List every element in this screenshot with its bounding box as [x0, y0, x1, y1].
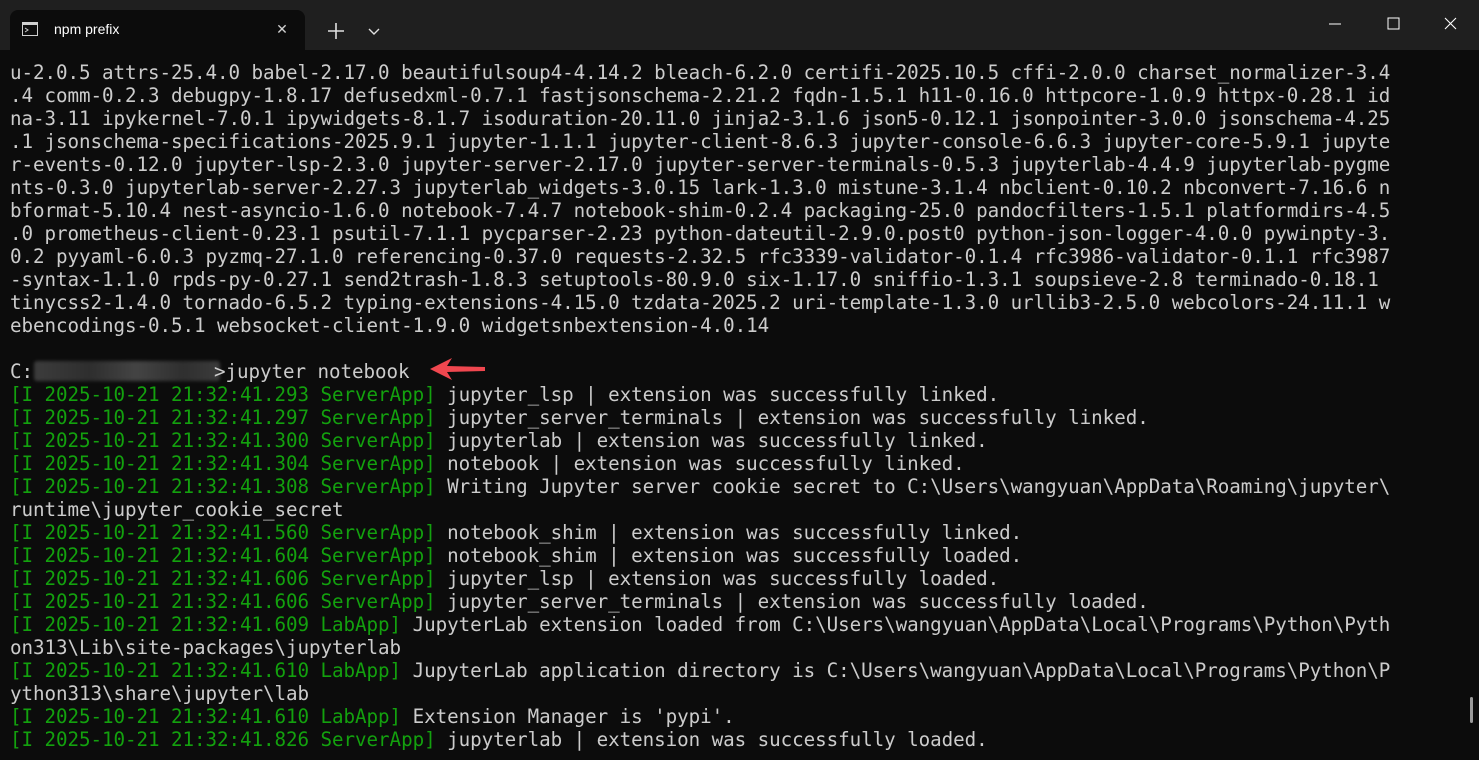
log-prefix: [I 2025-10-21 21:32:41.609 LabApp]	[10, 613, 402, 636]
close-tab-icon[interactable]: ✕	[272, 18, 292, 42]
close-window-icon[interactable]	[1421, 0, 1479, 50]
log-line: runtime\jupyter_cookie_secret	[10, 498, 344, 521]
command-prompt-line: >jupyter notebook	[214, 360, 410, 383]
pip-output-line: bformat-5.10.4 nest-asyncio-1.6.0 notebo…	[10, 199, 1391, 222]
log-line: [I 2025-10-21 21:32:41.610 LabApp] Jupyt…	[10, 659, 1390, 682]
log-line: [I 2025-10-21 21:32:41.606 ServerApp] ju…	[10, 567, 999, 590]
log-prefix: [I 2025-10-21 21:32:41.610 LabApp]	[10, 705, 402, 728]
maximize-icon[interactable]	[1364, 0, 1422, 50]
pip-output-line: 0.2 pyyaml-6.0.3 pyzmq-27.1.0 referencin…	[10, 245, 1391, 268]
log-prefix: [I 2025-10-21 21:32:41.560 ServerApp]	[10, 521, 436, 544]
log-prefix: [I 2025-10-21 21:32:41.826 ServerApp]	[10, 728, 436, 751]
log-prefix: [I 2025-10-21 21:32:41.606 ServerApp]	[10, 590, 436, 613]
scrollbar-thumb[interactable]	[1470, 697, 1473, 723]
pip-output-line: -syntax-1.1.0 rpds-py-0.27.1 send2trash-…	[10, 268, 1379, 291]
pip-output-line: .4 comm-0.2.3 debugpy-1.8.17 defusedxml-…	[10, 84, 1391, 107]
log-line: [I 2025-10-21 21:32:41.560 ServerApp] no…	[10, 521, 1022, 544]
log-prefix: [I 2025-10-21 21:32:41.604 ServerApp]	[10, 544, 436, 567]
log-message: notebook | extension was successfully li…	[435, 452, 965, 475]
tab-title: npm prefix	[54, 21, 120, 37]
log-prefix: [I 2025-10-21 21:32:41.297 ServerApp]	[10, 406, 436, 429]
tab-npm-prefix[interactable]: npm prefix ✕	[10, 10, 305, 50]
log-message: notebook_shim | extension was successful…	[435, 544, 1023, 567]
log-message: on313\Lib\site-packages\jupyterlab	[10, 636, 402, 659]
pip-output-line: u-2.0.5 attrs-25.4.0 babel-2.17.0 beauti…	[10, 61, 1391, 84]
log-line: [I 2025-10-21 21:32:41.300 ServerApp] ju…	[10, 429, 988, 452]
log-message: JupyterLab application directory is C:\U…	[401, 659, 1391, 682]
log-message: Writing Jupyter server cookie secret to …	[435, 475, 1391, 498]
log-message: notebook_shim | extension was successful…	[435, 521, 1023, 544]
log-prefix: [I 2025-10-21 21:32:41.304 ServerApp]	[10, 452, 436, 475]
log-line: ython313\share\jupyter\lab	[10, 682, 309, 705]
new-tab-plus-icon[interactable]	[322, 17, 350, 45]
chevron-down-icon[interactable]	[362, 17, 386, 45]
prompt-symbol: >	[214, 360, 226, 383]
redacted-path	[34, 361, 220, 381]
log-message: jupyter_lsp | extension was successfully…	[435, 383, 1000, 406]
log-line: [I 2025-10-21 21:32:41.293 ServerApp] ju…	[10, 383, 999, 406]
log-prefix: [I 2025-10-21 21:32:41.300 ServerApp]	[10, 429, 436, 452]
title-bar: npm prefix ✕	[0, 0, 1479, 50]
red-arrow-icon	[430, 358, 485, 380]
log-line: [I 2025-10-21 21:32:41.604 ServerApp] no…	[10, 544, 1022, 567]
pip-output-line: .0 prometheus-client-0.23.1 psutil-7.1.1…	[10, 222, 1391, 245]
log-line: [I 2025-10-21 21:32:41.609 LabApp] Jupyt…	[10, 613, 1390, 636]
log-message: jupyter_server_terminals | extension was…	[435, 406, 1149, 429]
log-line: [I 2025-10-21 21:32:41.606 ServerApp] ju…	[10, 590, 1149, 613]
pip-output-line: r-events-0.12.0 jupyter-lsp-2.3.0 jupyte…	[10, 153, 1391, 176]
log-message: jupyter_lsp | extension was successfully…	[435, 567, 1000, 590]
log-message: jupyter_server_terminals | extension was…	[435, 590, 1149, 613]
log-message: runtime\jupyter_cookie_secret	[10, 498, 344, 521]
pip-output-line: nts-0.3.0 jupyterlab-server-2.27.3 jupyt…	[10, 176, 1391, 199]
log-prefix: [I 2025-10-21 21:32:41.610 LabApp]	[10, 659, 402, 682]
pip-output-line: tinycss2-1.4.0 tornado-6.5.2 typing-exte…	[10, 291, 1391, 314]
log-message: jupyterlab | extension was successfully …	[435, 728, 988, 751]
log-line: [I 2025-10-21 21:32:41.297 ServerApp] ju…	[10, 406, 1149, 429]
log-line: [I 2025-10-21 21:32:41.308 ServerApp] Wr…	[10, 475, 1390, 498]
log-prefix: [I 2025-10-21 21:32:41.308 ServerApp]	[10, 475, 436, 498]
command-text: jupyter notebook	[225, 360, 410, 383]
command-prompt-drive: C:	[10, 360, 34, 383]
log-line: [I 2025-10-21 21:32:41.304 ServerApp] no…	[10, 452, 965, 475]
log-line: [I 2025-10-21 21:32:41.826 ServerApp] ju…	[10, 728, 988, 751]
log-message: Extension Manager is 'pypi'.	[401, 705, 735, 728]
log-line: on313\Lib\site-packages\jupyterlab	[10, 636, 401, 659]
log-message: ython313\share\jupyter\lab	[10, 682, 310, 705]
pip-output-line: .1 jsonschema-specifications-2025.9.1 ju…	[10, 130, 1391, 153]
log-message: jupyterlab | extension was successfully …	[435, 429, 988, 452]
minimize-icon[interactable]	[1306, 0, 1364, 50]
terminal-icon	[22, 22, 38, 36]
pip-output-line: ebencodings-0.5.1 websocket-client-1.9.0…	[10, 314, 770, 337]
log-message: JupyterLab extension loaded from C:\User…	[401, 613, 1391, 636]
log-prefix: [I 2025-10-21 21:32:41.293 ServerApp]	[10, 383, 436, 406]
pip-output-line: na-3.11 ipykernel-7.0.1 ipywidgets-8.1.7…	[10, 107, 1391, 130]
log-prefix: [I 2025-10-21 21:32:41.606 ServerApp]	[10, 567, 436, 590]
log-line: [I 2025-10-21 21:32:41.610 LabApp] Exten…	[10, 705, 735, 728]
